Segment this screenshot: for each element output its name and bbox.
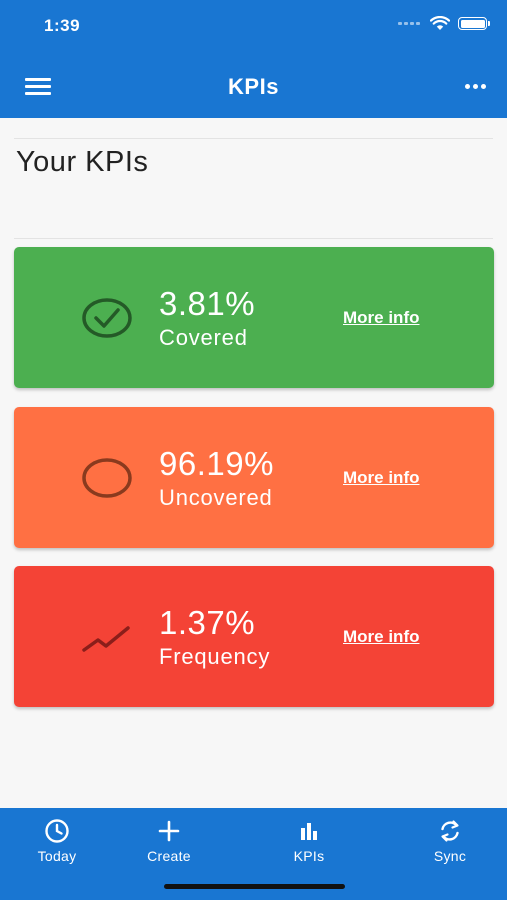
nav-label: Today — [37, 848, 77, 864]
more-info-link[interactable]: More info — [343, 468, 420, 488]
clock-icon — [45, 819, 69, 843]
app-title: KPIs — [228, 74, 279, 99]
status-bar: 1:39 — [0, 0, 507, 52]
cellular-signal-icon — [398, 22, 420, 25]
nav-item-sync[interactable]: Sync — [405, 818, 495, 864]
nav-label: KPIs — [293, 848, 325, 864]
trend-line-icon — [82, 626, 130, 652]
more-info-link[interactable]: More info — [343, 308, 420, 328]
kpi-value: 3.81% — [159, 285, 256, 322]
app-header: 1:39 KPIs — [0, 0, 507, 118]
status-indicators — [398, 16, 490, 31]
nav-label: Sync — [433, 848, 467, 864]
kpi-value: 96.19% — [159, 445, 274, 482]
more-info-link[interactable]: More info — [343, 627, 420, 647]
nav-item-kpis[interactable]: KPIs — [264, 818, 354, 864]
nav-item-today[interactable]: Today — [12, 818, 102, 864]
circle-outline-icon — [82, 458, 132, 498]
kpi-card-uncovered: 96.19% Uncovered More info — [14, 407, 494, 548]
battery-icon — [458, 17, 490, 30]
kpi-card-covered: 3.81% Covered More info — [14, 247, 494, 388]
divider — [14, 238, 493, 239]
more-options-icon[interactable] — [465, 84, 486, 89]
plus-icon — [158, 820, 180, 842]
kpi-label: Uncovered — [159, 485, 273, 510]
nav-label: Create — [147, 848, 191, 864]
divider — [14, 138, 493, 139]
home-indicator — [164, 884, 345, 889]
check-circle-icon — [82, 298, 132, 338]
kpi-label: Covered — [159, 325, 248, 350]
wifi-icon — [430, 16, 450, 30]
kpi-label: Frequency — [159, 644, 271, 669]
status-time: 1:39 — [44, 16, 81, 35]
nav-item-create[interactable]: Create — [124, 818, 214, 864]
toolbar: KPIs — [0, 60, 507, 116]
kpi-value: 1.37% — [159, 604, 256, 641]
bar-chart-icon — [301, 823, 317, 840]
page-title: Your KPIs — [16, 146, 149, 178]
kpi-card-frequency: 1.37% Frequency More info — [14, 566, 494, 707]
sync-icon — [441, 820, 459, 842]
